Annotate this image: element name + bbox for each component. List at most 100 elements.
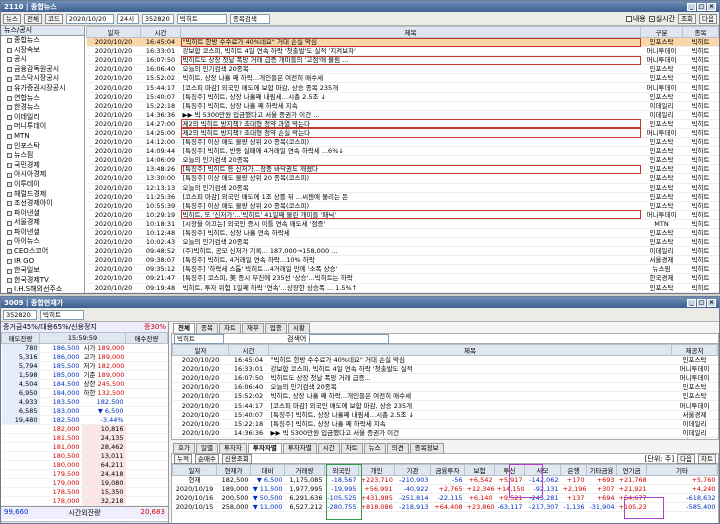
investor-row[interactable]: 현재 182,500 ▼ 6,500 1,175,085 -18,567 +223,710…: [172, 475, 718, 486]
news-window-titlebar[interactable]: 2110 | 종합뉴스 _ □ ×: [1, 1, 719, 12]
news-row[interactable]: 2020/10/20 10:02:43 오늘의 인기검색 20종목 인포스탁 빅히트: [86, 237, 719, 248]
news-row[interactable]: 2020/10/20 14:06:09 오늘의 인기검색 20종목 인포스탁 빅히트: [86, 155, 719, 166]
sidebar-item[interactable]: 머니투데이: [1, 122, 84, 132]
mini-col[interactable]: 제목: [268, 344, 672, 356]
news-row[interactable]: 2020/10/20 16:33:01 강보합 코스피, 빅히트 4일 연속 하락 …: [86, 46, 719, 57]
realtime-checkbox[interactable]: 실시간: [648, 14, 675, 24]
mini-news-row[interactable]: 2020/10/20 16:33:01 강보합 코스피, 빅히트 4일 연속 하락 …: [172, 364, 718, 375]
news-row[interactable]: 2020/10/20 15:22:18 [특징주] 빅히트, 상장 나흘 째 하락세…: [86, 101, 719, 111]
news-row[interactable]: 2020/10/20 16:06:40 오늘의 인기검색 20종목 인포스탁 빅히트: [86, 64, 719, 75]
news-tab[interactable]: 재무: [241, 323, 264, 333]
next-button[interactable]: 다음: [699, 13, 717, 24]
investor-col[interactable]: 거래량: [284, 464, 325, 476]
price-code-input[interactable]: 352820: [3, 309, 37, 320]
news-row[interactable]: 2020/10/20 10:12:48 [특징주] 빅히트, 상장 나흘 연속 하락…: [86, 228, 719, 239]
bid-row[interactable]: 178,500 15,350: [1, 487, 168, 497]
sidebar-item[interactable]: 서울경제: [1, 218, 84, 228]
investor-tab[interactable]: 의견: [386, 443, 409, 453]
investor-col[interactable]: 연기금: [616, 464, 647, 476]
sidebar-item[interactable]: 유가증권시장공시: [1, 84, 84, 94]
bid-row[interactable]: 180,000 64,211: [1, 460, 168, 470]
category-select[interactable]: 종목검색: [229, 13, 270, 24]
bid-row[interactable]: 181,500 24,135: [1, 433, 168, 443]
ask-row[interactable]: 780 186,500 시가 189,000: [1, 343, 168, 353]
mini-news-row[interactable]: 2020/10/20 14:36:36 ▶▶ 빅 5300만원 입금했다고 서울 증…: [172, 428, 718, 438]
minimize-icon[interactable]: _: [687, 298, 696, 307]
sidebar-item[interactable]: 인포스탁: [1, 142, 84, 152]
investor-col[interactable]: 기타금융: [586, 464, 617, 476]
price-window-titlebar[interactable]: 3009 | 종합현재가 _ □ ×: [1, 297, 719, 308]
cumulative-toggle[interactable]: 누적: [174, 453, 192, 464]
ask-row[interactable]: 4,933 183,500 182,500: [1, 397, 168, 407]
ask-row[interactable]: 6,950 184,000 하한 132,500: [1, 388, 168, 398]
code-button[interactable]: 코드: [44, 13, 63, 24]
mini-news-row[interactable]: 2020/10/2014:27:00제2의 빅히트 방지책? 초대형 청약 과열…: [172, 437, 718, 439]
investor-tab[interactable]: 시간: [317, 443, 340, 453]
news-row[interactable]: 2020/10/20 14:27:00 제2의 빅히트 방지책? 초대형 청약 과열…: [86, 119, 719, 129]
news-button[interactable]: 뉴스: [3, 13, 21, 24]
sidebar-item[interactable]: 뉴스핌: [1, 151, 84, 161]
col-code[interactable]: 종목: [682, 26, 719, 38]
investor-col[interactable]: 기관: [394, 464, 431, 476]
mini-news-row[interactable]: 2020/10/20 15:40:07 [특징주] 빅히트, 상장 나흘째 내림세……: [172, 410, 718, 420]
news-row[interactable]: 2020/10/20 09:35:12 [특징주] '하락세 스톱' 빅히트…4거래…: [86, 264, 719, 275]
news-row[interactable]: 2020/10/20 15:44:17 [코스피 마감] 외국인 매도에 보합 마감…: [86, 82, 719, 93]
close-icon[interactable]: ×: [707, 2, 716, 11]
news-row[interactable]: 2020/10/20 13:30:00 [특징주] 이상 매도 물량 상위 20 종…: [86, 173, 719, 184]
search-button[interactable]: 조회: [678, 13, 697, 24]
investor-col[interactable]: 기타: [646, 464, 718, 476]
stock-code-input[interactable]: 352820: [141, 13, 174, 24]
ask-row[interactable]: 19,480 182,500 -3.44%: [1, 415, 168, 425]
news-row[interactable]: 2020/10/20 16:45:04 "빅히트 한방 수수료가 40%네요" 거대…: [86, 37, 719, 48]
sidebar-item[interactable]: 코스닥시장공시: [1, 74, 84, 84]
price-name-field[interactable]: 빅히트: [40, 309, 84, 320]
news-tab[interactable]: 종목: [195, 323, 218, 333]
sidebar-item[interactable]: 아이뉴스: [1, 237, 84, 247]
all-button[interactable]: 전체: [23, 13, 42, 24]
investor-tab[interactable]: 일별: [195, 443, 218, 453]
mini-news-row[interactable]: 2020/10/20 15:52:02 빅히트, 상장 나흘 째 하락…개인들은 여…: [172, 391, 718, 402]
news-row[interactable]: 2020/10/2009:13:38[특징주] 빅히트, 하락 재료 올리니… …: [86, 292, 719, 293]
news-tab[interactable]: 전체: [173, 323, 195, 333]
news-row[interactable]: 2020/10/20 14:09:44 [특징주] 빅히트, 반등 실패에 4거래일…: [86, 146, 719, 157]
col-date[interactable]: 일자: [86, 26, 141, 38]
bid-row[interactable]: 178,000 32,218: [1, 496, 168, 506]
stock-name-field[interactable]: 빅히트: [176, 13, 227, 24]
news-row[interactable]: 2020/10/20 10:18:31 [시장을 이끄는] 외국인 증시 이틀 연속…: [86, 219, 719, 229]
sidebar-item[interactable]: 시장속보: [1, 46, 84, 56]
investor-tab[interactable]: 뉴스: [363, 443, 386, 453]
bid-row[interactable]: 181,000 28,462: [1, 442, 168, 452]
ask-row[interactable]: 4,504 184,500 상한 245,500: [1, 379, 168, 389]
news-row[interactable]: 2020/10/20 14:25:00 제2의 빅히트 방지책? 초대형 청약 손실…: [86, 128, 719, 139]
investor-tab[interactable]: 투자자별: [247, 443, 282, 453]
sidebar-item[interactable]: 한경뉴스: [1, 103, 84, 113]
news-tab[interactable]: 업종: [264, 323, 287, 333]
news-row[interactable]: 2020/10/20 13:48:26 [특징주] 빅히트 등 신저가…장중 바닥권…: [86, 164, 719, 175]
ask-row[interactable]: 5,316 186,000 고가 189,000: [1, 352, 168, 362]
sidebar-item[interactable]: 파이낸셜: [1, 228, 84, 238]
news-row[interactable]: 2020/10/20 12:13:13 오늘의 인기검색 20종목 인포스탁 빅히트: [86, 183, 719, 193]
investor-col[interactable]: 일자: [172, 464, 217, 476]
mini-col[interactable]: 일자: [172, 344, 229, 356]
news-row[interactable]: 2020/10/20 15:52:02 빅히트, 상장 나흘 째 하락…개인들은 여…: [86, 73, 719, 84]
mini-news-row[interactable]: 2020/10/20 16:07:50 빅히트도 상장 첫날 폭망 거래 급증...…: [172, 373, 718, 384]
investor-next-button[interactable]: 다음: [677, 453, 696, 464]
mini-news-row[interactable]: 2020/10/20 15:44:17 [코스피 마감] 외국인 매도에 보합 마감…: [172, 400, 718, 411]
news-row[interactable]: 2020/10/20 16:07:50 빅히트도 상장 첫날 폭망 거래 급증 개미…: [86, 55, 719, 66]
sidebar-item[interactable]: 공시: [1, 55, 84, 65]
investor-tab[interactable]: 차트: [340, 443, 363, 453]
sidebar-item[interactable]: 이투데이: [1, 180, 84, 190]
col-time[interactable]: 시간: [140, 26, 181, 38]
sidebar-item[interactable]: 종합뉴스: [1, 36, 84, 46]
news-row[interactable]: 2020/10/20 09:19:48 빅히트, 투자 위험 1일째 하락 '연속'…: [86, 283, 719, 293]
sidebar-item[interactable]: 파이낸셜: [1, 209, 84, 219]
news-tab[interactable]: 차트: [218, 323, 241, 333]
sidebar-item[interactable]: MTN: [1, 132, 84, 142]
col-source[interactable]: 구분: [640, 26, 683, 38]
sidebar-item[interactable]: 국민경제: [1, 161, 84, 171]
news-row[interactable]: 2020/10/20 15:40:07 [특징주] 빅히트, 상장 나흘째 내림세……: [86, 92, 719, 102]
bid-row[interactable]: 179,000 19,080: [1, 478, 168, 488]
mini-news-row[interactable]: 2020/10/20 16:06:40 오늘의 인기검색 20종목 인포스탁: [172, 382, 718, 393]
investor-col[interactable]: 보험: [464, 464, 495, 476]
investor-tab[interactable]: 호가: [173, 443, 195, 453]
